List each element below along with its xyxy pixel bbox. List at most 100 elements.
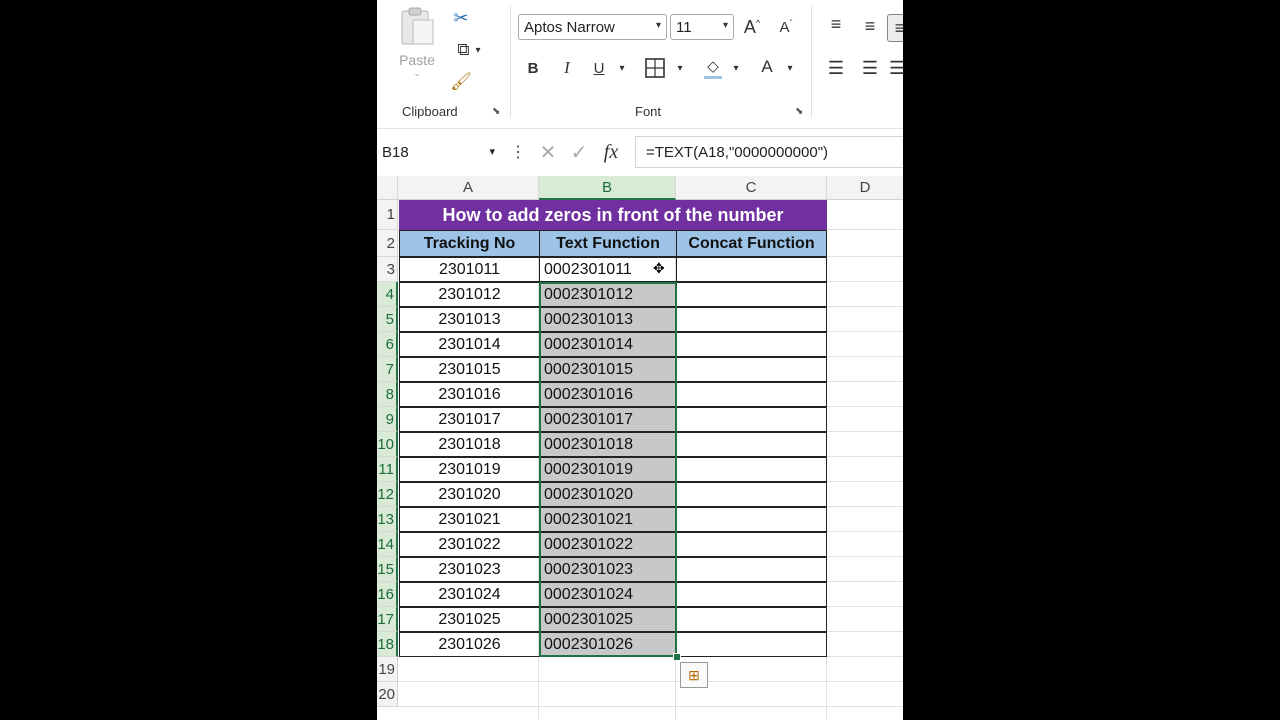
title-cell[interactable]: How to add zeros in front of the number xyxy=(399,200,827,230)
text-function-cell[interactable]: 0002301016 xyxy=(539,382,677,407)
header-concat-function[interactable]: Concat Function xyxy=(676,230,827,257)
top-align-button[interactable]: ≡ xyxy=(823,12,849,36)
tracking-no-cell[interactable]: 2301023 xyxy=(399,557,540,582)
cut-button[interactable]: ✂ xyxy=(449,6,473,30)
concat-function-cell[interactable] xyxy=(676,632,827,657)
concat-function-cell[interactable] xyxy=(676,282,827,307)
row-header-10[interactable]: 10 xyxy=(377,432,398,457)
concat-function-cell[interactable] xyxy=(676,582,827,607)
concat-function-cell[interactable] xyxy=(676,432,827,457)
chevron-down-icon[interactable]: ▾ xyxy=(615,56,629,80)
paste-button[interactable]: Paste ⌄ xyxy=(395,6,439,92)
text-function-cell[interactable]: 0002301025 xyxy=(539,607,677,632)
row-header-5[interactable]: 5 xyxy=(377,307,398,332)
row-header-13[interactable]: 13 xyxy=(377,507,398,532)
formula-input[interactable]: =TEXT(A18,"0000000000") xyxy=(635,136,903,168)
row-header-2[interactable]: 2 xyxy=(377,230,398,257)
concat-function-cell[interactable] xyxy=(676,507,827,532)
align-right-button[interactable]: ☰ xyxy=(889,56,903,80)
concat-function-cell[interactable] xyxy=(676,457,827,482)
select-all-corner[interactable] xyxy=(377,176,398,200)
tracking-no-cell[interactable]: 2301015 xyxy=(399,357,540,382)
fill-color-button[interactable]: ◇ xyxy=(701,54,725,82)
tracking-no-cell[interactable]: 2301013 xyxy=(399,307,540,332)
row-header-12[interactable]: 12 xyxy=(377,482,398,507)
chevron-down-icon[interactable]: ▾ xyxy=(729,56,743,80)
tracking-no-cell[interactable]: 2301011 xyxy=(399,257,540,282)
row-header-8[interactable]: 8 xyxy=(377,382,398,407)
worksheet-grid[interactable]: A B C D 1 2 3 4 5 6 7 8 9 10 11 12 13 14 15 16 17 18 19 20 … xyxy=(377,176,903,720)
bottom-align-button[interactable]: ≡ xyxy=(887,14,903,42)
header-text-function[interactable]: Text Function xyxy=(539,230,677,257)
middle-align-button[interactable]: ≡ xyxy=(857,14,883,38)
concat-function-cell[interactable] xyxy=(676,357,827,382)
bold-button[interactable]: B xyxy=(521,56,545,80)
font-size-select[interactable]: 11 ▾ xyxy=(670,14,734,40)
row-header-7[interactable]: 7 xyxy=(377,357,398,382)
text-function-cell[interactable]: 0002301023 xyxy=(539,557,677,582)
text-function-cell[interactable]: 0002301026 xyxy=(539,632,677,657)
concat-function-cell[interactable] xyxy=(676,257,827,282)
row-header-4[interactable]: 4 xyxy=(377,282,398,307)
tracking-no-cell[interactable]: 2301014 xyxy=(399,332,540,357)
tracking-no-cell[interactable]: 2301021 xyxy=(399,507,540,532)
tracking-no-cell[interactable]: 2301026 xyxy=(399,632,540,657)
decrease-font-size-button[interactable]: Aˇ xyxy=(773,14,799,40)
tracking-no-cell[interactable]: 2301018 xyxy=(399,432,540,457)
font-color-button[interactable]: A xyxy=(755,54,779,82)
dialog-launcher-icon[interactable]: ⬊ xyxy=(492,106,500,117)
tracking-no-cell[interactable]: 2301016 xyxy=(399,382,540,407)
tracking-no-cell[interactable]: 2301025 xyxy=(399,607,540,632)
row-header-14[interactable]: 14 xyxy=(377,532,398,557)
concat-function-cell[interactable] xyxy=(676,307,827,332)
concat-function-cell[interactable] xyxy=(676,607,827,632)
text-function-cell[interactable]: 0002301020 xyxy=(539,482,677,507)
concat-function-cell[interactable] xyxy=(676,557,827,582)
chevron-down-icon[interactable]: ▾ xyxy=(783,56,797,80)
format-painter-button[interactable]: 🖌 xyxy=(449,70,473,94)
font-family-select[interactable]: Aptos Narrow ▾ xyxy=(518,14,667,40)
concat-function-cell[interactable] xyxy=(676,382,827,407)
quick-analysis-button[interactable]: ⊞ xyxy=(680,662,708,688)
column-header-c[interactable]: C xyxy=(676,176,827,200)
row-header-9[interactable]: 9 xyxy=(377,407,398,432)
concat-function-cell[interactable] xyxy=(676,332,827,357)
underline-button[interactable]: U xyxy=(587,56,611,80)
column-header-d[interactable]: D xyxy=(827,176,903,200)
row-header-3[interactable]: 3 xyxy=(377,257,398,282)
column-header-a[interactable]: A xyxy=(398,176,539,200)
tracking-no-cell[interactable]: 2301020 xyxy=(399,482,540,507)
text-function-cell[interactable]: 0002301024 xyxy=(539,582,677,607)
more-options-icon[interactable]: ⋮ xyxy=(510,140,526,164)
header-tracking-no[interactable]: Tracking No xyxy=(399,230,540,257)
row-header-20[interactable]: 20 xyxy=(377,682,398,707)
row-header-18[interactable]: 18 xyxy=(377,632,398,657)
text-function-cell[interactable]: 0002301014 xyxy=(539,332,677,357)
chevron-down-icon[interactable]: ▾ xyxy=(673,56,687,80)
concat-function-cell[interactable] xyxy=(676,532,827,557)
text-function-cell[interactable]: 0002301022 xyxy=(539,532,677,557)
row-header-6[interactable]: 6 xyxy=(377,332,398,357)
text-function-cell[interactable]: 0002301012 xyxy=(539,282,677,307)
insert-function-button[interactable]: fx xyxy=(597,140,625,164)
row-header-1[interactable]: 1 xyxy=(377,200,398,230)
enter-button[interactable]: ✓ xyxy=(566,140,592,164)
tracking-no-cell[interactable]: 2301024 xyxy=(399,582,540,607)
italic-button[interactable]: I xyxy=(555,56,579,80)
tracking-no-cell[interactable]: 2301022 xyxy=(399,532,540,557)
fill-handle[interactable] xyxy=(673,653,681,661)
text-function-cell[interactable]: 0002301021 xyxy=(539,507,677,532)
text-function-cell[interactable]: 0002301018 xyxy=(539,432,677,457)
concat-function-cell[interactable] xyxy=(676,482,827,507)
text-function-cell[interactable]: 0002301013 xyxy=(539,307,677,332)
text-function-cell[interactable]: 0002301015 xyxy=(539,357,677,382)
text-function-cell[interactable]: 0002301019 xyxy=(539,457,677,482)
row-header-19[interactable]: 19 xyxy=(377,657,398,682)
align-center-button[interactable]: ☰ xyxy=(857,56,883,80)
align-left-button[interactable]: ☰ xyxy=(823,56,849,80)
row-header-16[interactable]: 16 xyxy=(377,582,398,607)
dialog-launcher-icon[interactable]: ⬊ xyxy=(795,106,803,117)
cancel-entry-button[interactable]: ✕ xyxy=(535,140,561,164)
copy-button[interactable]: ⧉ ▾ xyxy=(449,38,489,62)
name-box[interactable]: B18 ▾ xyxy=(377,138,503,166)
